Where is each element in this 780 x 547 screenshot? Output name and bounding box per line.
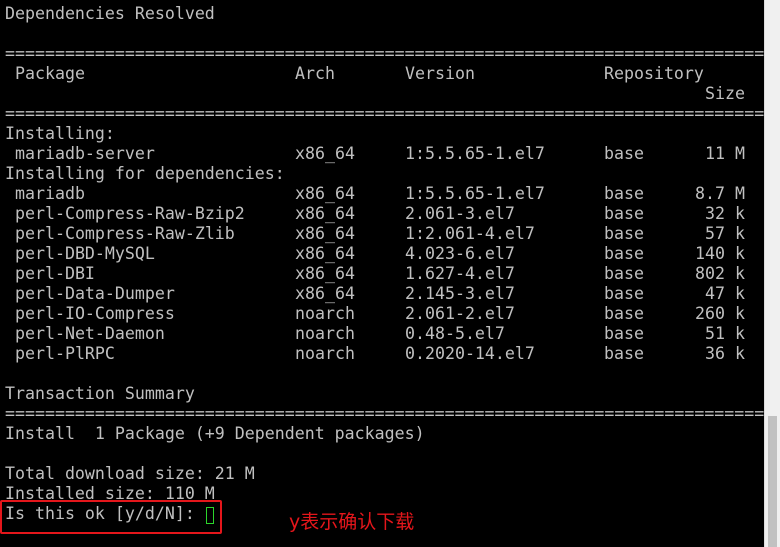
package-arch: x86_64 xyxy=(295,224,355,243)
package-name: perl-Compress-Raw-Zlib xyxy=(15,224,235,243)
package-row: perl-PlRPC noarch 0.2020-14.el7 base 36 … xyxy=(5,344,745,364)
package-repo: base xyxy=(604,224,644,243)
package-version: 1:5.5.65-1.el7 xyxy=(405,144,545,163)
package-row: mariadb-server x86_64 1:5.5.65-1.el7 bas… xyxy=(5,144,745,164)
package-repo: base xyxy=(604,264,644,283)
column-header-version: Version xyxy=(405,64,475,83)
package-row: mariadb x86_64 1:5.5.65-1.el7 base 8.7 M xyxy=(5,184,745,204)
package-row: perl-Compress-Raw-Zlib x86_64 1:2.061-4.… xyxy=(5,224,745,244)
package-arch: x86_64 xyxy=(295,184,355,203)
package-arch: x86_64 xyxy=(295,264,355,283)
package-row: perl-DBD-MySQL x86_64 4.023-6.el7 base 1… xyxy=(5,244,745,264)
package-row: perl-Data-Dumper x86_64 2.145-3.el7 base… xyxy=(5,284,745,304)
package-size: 802 k xyxy=(695,264,745,283)
package-size: 11 M xyxy=(705,144,745,163)
package-version: 1.627-4.el7 xyxy=(405,264,515,283)
package-arch: x86_64 xyxy=(295,204,355,223)
package-size: 260 k xyxy=(695,304,745,323)
annotation-label: y表示确认下载 xyxy=(289,511,415,533)
package-size: 36 k xyxy=(705,344,745,363)
dependencies-label: Installing for dependencies: xyxy=(5,164,285,183)
package-name: perl-Compress-Raw-Bzip2 xyxy=(15,204,245,223)
package-repo: base xyxy=(604,144,644,163)
package-name: perl-Data-Dumper xyxy=(15,284,175,303)
package-name: perl-IO-Compress xyxy=(15,304,175,323)
package-repo: base xyxy=(604,284,644,303)
separator-line: ========================================… xyxy=(5,404,764,423)
package-version: 0.2020-14.el7 xyxy=(405,344,535,363)
separator-line: ========================================… xyxy=(5,44,764,63)
vertical-scrollbar[interactable] xyxy=(764,0,780,547)
package-version: 2.061-2.el7 xyxy=(405,304,515,323)
package-repo: base xyxy=(604,244,644,263)
package-repo: base xyxy=(604,324,644,343)
table-header-size-row: Size xyxy=(5,84,745,104)
package-version: 2.145-3.el7 xyxy=(405,284,515,303)
package-version: 1:2.061-4.el7 xyxy=(405,224,535,243)
column-header-size: Size xyxy=(705,84,745,103)
package-size: 8.7 M xyxy=(695,184,745,203)
package-arch: x86_64 xyxy=(295,144,355,163)
terminal-window[interactable]: Dependencies Resolved ==================… xyxy=(0,0,764,547)
package-size: 57 k xyxy=(705,224,745,243)
scrollbar-thumb[interactable] xyxy=(768,416,777,547)
package-repo: base xyxy=(604,344,644,363)
package-repo: base xyxy=(604,184,644,203)
package-version: 0.48-5.el7 xyxy=(405,324,505,343)
package-size: 140 k xyxy=(695,244,745,263)
column-header-repository: Repository xyxy=(604,64,704,83)
package-row: perl-Net-Daemon noarch 0.48-5.el7 base 5… xyxy=(5,324,745,344)
package-version: 1:5.5.65-1.el7 xyxy=(405,184,545,203)
package-name: mariadb xyxy=(15,184,85,203)
package-row: perl-IO-Compress noarch 2.061-2.el7 base… xyxy=(5,304,745,324)
package-repo: base xyxy=(604,204,644,223)
heading-line: Dependencies Resolved xyxy=(5,4,215,23)
package-row: perl-DBI x86_64 1.627-4.el7 base 802 k xyxy=(5,264,745,284)
separator-line: ========================================… xyxy=(5,104,764,123)
package-arch: noarch xyxy=(295,344,355,363)
package-size: 51 k xyxy=(705,324,745,343)
package-name: perl-DBI xyxy=(15,264,95,283)
column-header-arch: Arch xyxy=(295,64,335,83)
table-header-row: Package Arch Version Repository xyxy=(5,64,704,84)
package-name: perl-PlRPC xyxy=(15,344,115,363)
package-name: perl-Net-Daemon xyxy=(15,324,165,343)
package-name: perl-DBD-MySQL xyxy=(15,244,155,263)
total-download-size: Total download size: 21 M xyxy=(5,464,255,483)
installing-label: Installing: xyxy=(5,124,115,143)
package-size: 47 k xyxy=(705,284,745,303)
column-header-package: Package xyxy=(15,64,85,83)
package-size: 32 k xyxy=(705,204,745,223)
package-version: 4.023-6.el7 xyxy=(405,244,515,263)
package-arch: noarch xyxy=(295,304,355,323)
package-repo: base xyxy=(604,304,644,323)
prompt-highlight-box xyxy=(0,500,222,534)
package-version: 2.061-3.el7 xyxy=(405,204,515,223)
package-row: perl-Compress-Raw-Bzip2 x86_64 2.061-3.e… xyxy=(5,204,745,224)
summary-label: Transaction Summary xyxy=(5,384,195,403)
package-arch: x86_64 xyxy=(295,284,355,303)
package-arch: noarch xyxy=(295,324,355,343)
install-summary-line: Install 1 Package (+9 Dependent packages… xyxy=(5,424,425,443)
package-name: mariadb-server xyxy=(15,144,155,163)
package-arch: x86_64 xyxy=(295,244,355,263)
